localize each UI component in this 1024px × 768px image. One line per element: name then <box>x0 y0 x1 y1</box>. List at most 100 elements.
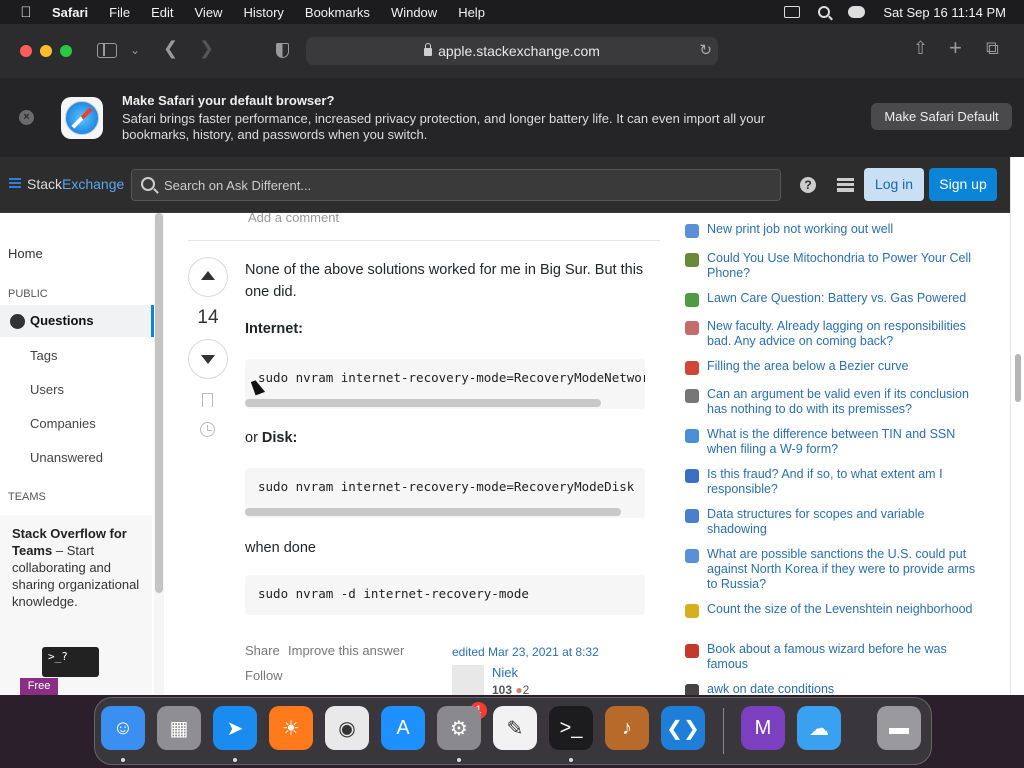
make-safari-default-button[interactable]: Make Safari Default <box>871 103 1012 130</box>
menu-view[interactable]: View <box>195 5 223 20</box>
close-window-button[interactable] <box>20 45 32 57</box>
tab-group-chevron-icon[interactable]: ⌄ <box>130 43 140 57</box>
code-internet-scrollbar[interactable] <box>245 399 601 407</box>
add-comment-link[interactable]: Add a comment <box>248 213 339 225</box>
tab-overview-icon[interactable]: ⧉ <box>986 38 999 59</box>
address-bar[interactable]: apple.stackexchange.com ↻ <box>306 37 718 65</box>
minimize-window-button[interactable] <box>40 45 52 57</box>
nav-unanswered[interactable]: Unanswered <box>30 450 103 465</box>
trash-icon[interactable]: ▬ <box>877 706 921 750</box>
control-center-icon[interactable] <box>848 6 866 18</box>
nav-questions[interactable]: Questions <box>0 305 154 337</box>
vscode-icon[interactable]: ❮❯ <box>661 706 705 750</box>
hnq-item[interactable]: Could You Use Mitochondria to Power Your… <box>685 251 985 281</box>
launchpad-icon[interactable]: ▦ <box>157 706 201 750</box>
reload-icon[interactable]: ↻ <box>699 41 712 59</box>
menu-app-name[interactable]: Safari <box>52 5 88 20</box>
signup-button[interactable]: Sign up <box>929 168 997 201</box>
nav-tags[interactable]: Tags <box>30 348 57 363</box>
hnq-title[interactable]: Book about a famous wizard before he was… <box>707 642 977 672</box>
close-icon[interactable]: × <box>19 110 34 125</box>
hnq-title[interactable]: What are possible sanctions the U.S. cou… <box>707 547 977 592</box>
finder-icon[interactable]: ☺ <box>101 706 145 750</box>
hnq-title[interactable]: Count the size of the Levenshtein neighb… <box>707 602 977 618</box>
bookmark-icon[interactable] <box>202 393 213 407</box>
share-icon[interactable]: ⇧ <box>913 38 928 59</box>
hnq-title[interactable]: awk on date conditions <box>707 682 977 695</box>
spotlight-search-icon[interactable] <box>818 6 831 18</box>
help-icon[interactable]: ? <box>800 177 816 193</box>
share-link[interactable]: Share <box>245 643 280 658</box>
weather-icon[interactable]: ☁ <box>797 706 841 750</box>
hnq-item[interactable]: What are possible sanctions the U.S. cou… <box>685 547 985 592</box>
menu-history[interactable]: History <box>243 5 283 20</box>
improve-answer-link[interactable]: Improve this answer <box>288 643 404 658</box>
hnq-title[interactable]: Data structures for scopes and variable … <box>707 507 977 537</box>
sidebar-toggle-icon[interactable] <box>97 43 117 58</box>
page-scrollbar[interactable] <box>1010 157 1024 695</box>
privacy-shield-icon[interactable] <box>276 43 289 58</box>
hnq-title[interactable]: Could You Use Mitochondria to Power Your… <box>707 251 977 281</box>
hnq-item[interactable]: New faculty. Already lagging on responsi… <box>685 319 985 349</box>
user-name[interactable]: Niek <box>492 665 518 680</box>
hnq-title[interactable]: New print job not working out well <box>707 222 977 238</box>
menu-edit[interactable]: Edit <box>151 5 173 20</box>
chrome-icon[interactable]: ◉ <box>325 706 369 750</box>
system-settings-icon[interactable]: ⚙ <box>437 706 481 750</box>
back-icon[interactable]: ❮ <box>163 38 178 59</box>
menu-bookmarks[interactable]: Bookmarks <box>305 5 370 20</box>
zoom-window-button[interactable] <box>60 45 72 57</box>
firefox-icon[interactable]: ☀ <box>269 706 313 750</box>
hnq-title[interactable]: Can an argument be valid even if its con… <box>707 387 977 417</box>
nav-users[interactable]: Users <box>30 382 64 397</box>
terminal-icon[interactable]: >_ <box>549 706 593 750</box>
follow-link[interactable]: Follow <box>245 668 283 683</box>
page-scrollbar-thumb[interactable] <box>1015 354 1021 402</box>
hnq-title[interactable]: Is this fraud? And if so, to what extent… <box>707 467 977 497</box>
answer-divider <box>188 240 660 241</box>
textedit-icon[interactable]: ✎ <box>493 706 537 750</box>
menu-file[interactable]: File <box>109 5 130 20</box>
screen-mirroring-icon[interactable] <box>784 6 801 18</box>
downvote-button[interactable] <box>188 339 228 379</box>
hnq-item[interactable]: New print job not working out well <box>685 222 985 238</box>
app-store-icon[interactable]: A <box>381 706 425 750</box>
edited-timestamp[interactable]: edited Mar 23, 2021 at 8:32 <box>452 645 599 659</box>
history-icon[interactable] <box>200 422 215 437</box>
hnq-item[interactable]: Lawn Care Question: Battery vs. Gas Powe… <box>685 291 985 307</box>
upvote-button[interactable] <box>188 257 228 297</box>
apple-menu-icon[interactable]:  <box>0 4 52 21</box>
hnq-title[interactable]: Filling the area below a Bezier curve <box>707 359 977 375</box>
hnq-title[interactable]: Lawn Care Question: Battery vs. Gas Powe… <box>707 291 977 307</box>
hnq-item[interactable]: Book about a famous wizard before he was… <box>685 642 985 672</box>
avatar[interactable] <box>452 665 484 695</box>
site-favicon-icon <box>685 389 699 403</box>
menu-help[interactable]: Help <box>458 5 485 20</box>
forward-icon[interactable]: ❯ <box>199 38 214 59</box>
code-done[interactable]: sudo nvram -d internet-recovery-mode <box>245 575 645 615</box>
safari-icon[interactable]: ➤ <box>213 706 257 750</box>
sidebar-scrollbar-thumb[interactable] <box>155 213 163 593</box>
hnq-item[interactable]: awk on date conditions <box>685 682 985 695</box>
hnq-item[interactable]: Filling the area below a Bezier curve <box>685 359 985 375</box>
instruments-icon[interactable]: ♪ <box>605 706 649 750</box>
new-tab-icon[interactable]: + <box>949 35 962 61</box>
login-button[interactable]: Log in <box>864 168 924 201</box>
hnq-title[interactable]: New faculty. Already lagging on responsi… <box>707 319 977 349</box>
nav-home[interactable]: Home <box>8 246 43 261</box>
hnq-item[interactable]: Data structures for scopes and variable … <box>685 507 985 537</box>
stackexchange-logo[interactable]: Stack Exchange <box>9 176 124 192</box>
site-search-input[interactable]: Search on Ask Different... <box>131 169 781 201</box>
sidebar-scrollbar[interactable] <box>154 213 164 695</box>
visual-studio-icon[interactable]: M <box>741 706 785 750</box>
site-switcher-icon[interactable] <box>837 178 854 192</box>
hnq-item[interactable]: What is the difference between TIN and S… <box>685 427 985 457</box>
hnq-item[interactable]: Count the size of the Levenshtein neighb… <box>685 602 985 618</box>
nav-companies[interactable]: Companies <box>30 416 96 431</box>
menu-window[interactable]: Window <box>391 5 437 20</box>
code-disk-scrollbar[interactable] <box>245 508 621 516</box>
hnq-item[interactable]: Can an argument be valid even if its con… <box>685 387 985 417</box>
hnq-item[interactable]: Is this fraud? And if so, to what extent… <box>685 467 985 497</box>
menu-clock[interactable]: Sat Sep 16 11:14 PM <box>883 5 1006 20</box>
hnq-title[interactable]: What is the difference between TIN and S… <box>707 427 977 457</box>
